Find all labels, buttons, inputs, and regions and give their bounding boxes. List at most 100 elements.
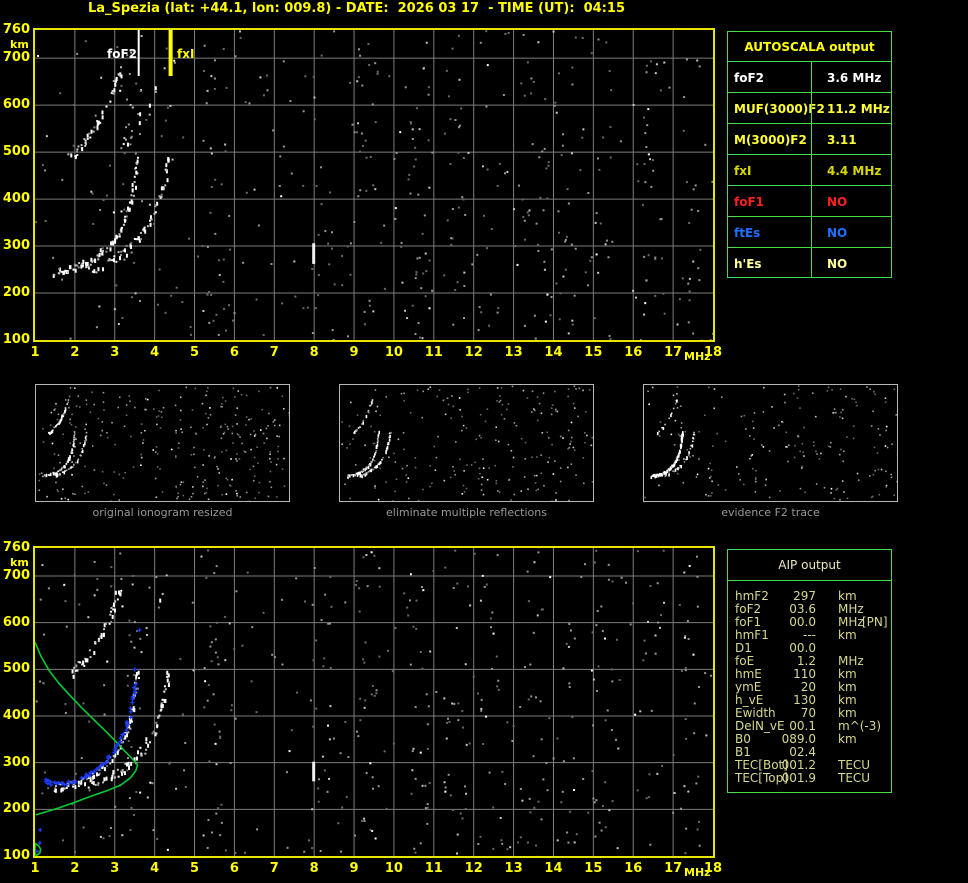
x-tick-label: 8: [309, 861, 319, 876]
x-tick-label: 4: [150, 861, 160, 876]
thumbnail-eliminate-canvas: [341, 385, 594, 503]
y-tick-label: 300: [2, 238, 30, 254]
y-tick-label: 760: [2, 22, 30, 37]
parameter-flag: [PN]: [862, 615, 888, 629]
y-tick-label: 200: [2, 285, 30, 301]
y-tick-label: 600: [2, 614, 30, 630]
autoscala-row-fxi: fxI 4.4 MHz: [728, 154, 891, 186]
station-date-time-title: La_Spezia (lat: +44.1, lon: 009.8) - DAT…: [88, 1, 625, 16]
thumbnail-evidence-f2: [643, 384, 899, 503]
x-tick-label: 17: [664, 345, 683, 360]
x-tick-label: 5: [189, 345, 200, 360]
parameter-value: 11.2 MHz: [827, 102, 890, 116]
y-tick-label: 500: [2, 661, 30, 677]
thumbnail-caption-evidence: evidence F2 trace: [721, 506, 820, 519]
bottom-plot-y-unit-label: km: [10, 556, 29, 569]
x-tick-label: 9: [349, 345, 359, 360]
x-tick-label: 2: [70, 345, 80, 360]
parameter-value: NO: [827, 226, 848, 240]
x-tick-label: 10: [384, 861, 403, 876]
x-tick-label: 17: [664, 861, 683, 876]
y-tick-label: 100: [2, 848, 30, 863]
thumbnail-original-canvas: [38, 386, 291, 503]
parameter-unit: km: [838, 732, 857, 746]
x-tick-label: 8: [309, 345, 319, 360]
x-tick-label: 13: [504, 861, 523, 876]
bottom-plot-x-unit-label: MHz: [684, 866, 711, 879]
parameter-label: foF2: [734, 71, 765, 85]
parameter-label: foF1: [734, 195, 765, 209]
x-tick-label: 12: [464, 861, 483, 876]
x-tick-label: 16: [624, 345, 643, 360]
x-tick-label: 15: [584, 861, 603, 876]
foF2-marker-label: foF2: [106, 47, 137, 61]
parameter-unit: km: [838, 628, 857, 642]
thumbnail-eliminate-reflections: [339, 384, 594, 503]
fxI-marker-label: fxI: [177, 47, 195, 61]
autoscala-row-m-3000-f2: M(3000)F2 3.11: [728, 123, 891, 155]
top-plot-y-unit-label: km: [10, 38, 29, 51]
x-tick-label: 10: [384, 345, 403, 360]
x-tick-label: 14: [544, 345, 563, 360]
x-tick-label: 9: [349, 861, 359, 876]
x-tick-label: 15: [584, 345, 603, 360]
y-tick-label: 760: [2, 540, 30, 555]
x-tick-label: 12: [464, 345, 483, 360]
y-tick-label: 600: [2, 97, 30, 113]
thumbnail-original-ionogram: [35, 384, 291, 503]
x-tick-label: 4: [150, 345, 160, 360]
y-tick-label: 100: [2, 332, 30, 347]
parameter-label: h'Es: [734, 257, 762, 271]
aip-row-tec-top-: TEC[Top] 001.9 TECU: [728, 772, 891, 785]
thumbnail-evidence-canvas: [644, 385, 899, 503]
parameter-unit: TECU: [838, 771, 871, 785]
autoscala-row-h-es: h'Es NO: [728, 247, 891, 279]
y-tick-label: 500: [2, 144, 30, 160]
y-tick-label: 300: [2, 754, 30, 770]
parameter-value: 3.11: [827, 133, 857, 147]
parameter-value: 001.9: [781, 771, 816, 785]
y-tick-label: 400: [2, 708, 30, 723]
autoscala-output-screen: { "title": "La_Spezia (lat: +44.1, lon: …: [0, 0, 968, 883]
parameter-value: NO: [827, 195, 848, 209]
top-plot-x-unit-label: MHz: [684, 350, 711, 363]
x-tick-label: 3: [110, 345, 120, 360]
autoscala-table-header: AUTOSCALA output: [744, 40, 875, 54]
thumbnail-caption-original: original ionogram resized: [92, 506, 233, 519]
aip-output-table: AIP output hmF2 297 km foF2 03.6 MHz foF1 00.0 M…: [727, 549, 892, 793]
autoscala-row-muf-3000-f2: MUF(3000)F2 11.2 MHz: [728, 92, 891, 124]
parameter-label: M(3000)F2: [734, 133, 807, 147]
bottom-ionogram-canvas: [35, 548, 713, 856]
aip-header-divider: [728, 580, 891, 581]
aip-table-header: AIP output: [778, 558, 841, 572]
x-tick-label: 16: [624, 861, 643, 876]
bottom-ionogram-plot: [33, 546, 715, 858]
x-tick-label: 13: [504, 345, 523, 360]
parameter-label: fxI: [734, 164, 752, 178]
x-tick-label: 2: [70, 861, 80, 876]
autoscala-row-fof2: foF2 3.6 MHz: [728, 61, 891, 93]
parameter-value: 3.6 MHz: [827, 71, 882, 85]
parameter-value: 4.4 MHz: [827, 164, 882, 178]
y-tick-label: 200: [2, 801, 30, 817]
y-tick-label: 700: [2, 568, 30, 583]
autoscala-column-divider: [811, 61, 812, 277]
x-tick-label: 11: [424, 861, 443, 876]
x-tick-label: 14: [544, 861, 563, 876]
y-tick-label: 700: [2, 50, 30, 66]
thumbnail-caption-eliminate: eliminate multiple reflections: [386, 506, 547, 519]
x-tick-label: 1: [30, 861, 40, 876]
x-tick-label: 7: [269, 345, 279, 360]
autoscala-output-table: AUTOSCALA output foF2 3.6 MHz MUF(3000)F2 1…: [727, 31, 892, 278]
x-tick-label: 3: [110, 861, 120, 876]
autoscala-row-fof1: foF1 NO: [728, 185, 891, 217]
top-ionogram-plot: [33, 28, 715, 342]
top-ionogram-canvas: [35, 30, 713, 340]
y-tick-label: 400: [2, 191, 30, 207]
autoscala-row-ftes: ftEs NO: [728, 216, 891, 248]
parameter-value: NO: [827, 257, 848, 271]
x-tick-label: 1: [30, 345, 40, 360]
x-tick-label: 6: [229, 861, 239, 876]
x-tick-label: 5: [189, 861, 200, 876]
x-tick-label: 6: [229, 345, 239, 360]
